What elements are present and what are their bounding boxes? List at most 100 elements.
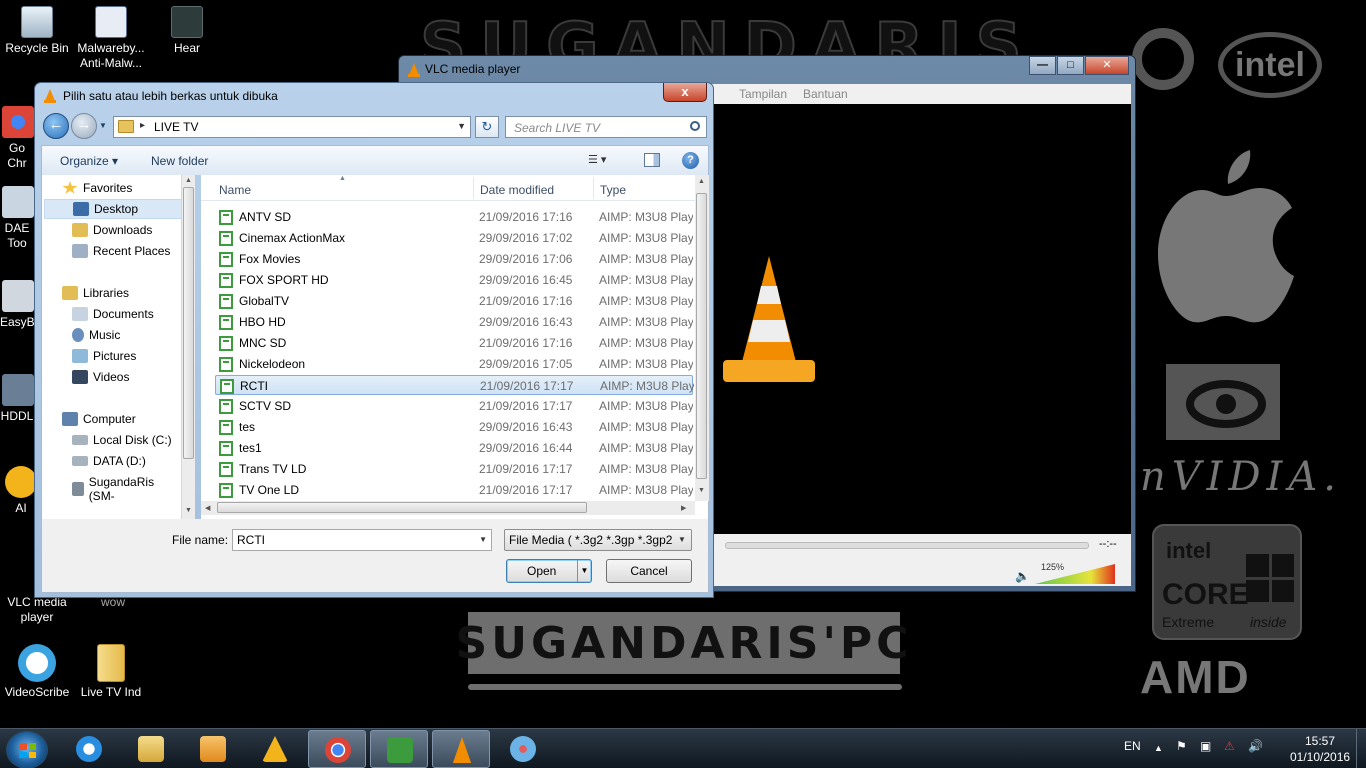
file-row[interactable]: TV One LD 21/09/2016 17:17 AIMP: M3U8 Play… <box>215 480 693 500</box>
file-list-vertical-scrollbar[interactable]: ▲ ▼ <box>695 175 709 501</box>
desktop-icon-videoscribe[interactable]: VideoScribe <box>0 644 74 700</box>
system-clock[interactable]: 15:57 01/10/2016 <box>1290 733 1350 765</box>
nav-downloads[interactable]: Downloads <box>72 223 152 237</box>
address-bar[interactable]: ▸ LIVE TV ▼ <box>113 116 471 138</box>
minimize-button[interactable]: — <box>1029 56 1056 75</box>
display-icon[interactable]: ▣ <box>1200 739 1211 753</box>
desktop-icon-hear[interactable]: Hear <box>150 6 224 56</box>
nav-music[interactable]: Music <box>72 328 120 342</box>
nav-computer[interactable]: Computer <box>62 412 136 426</box>
scrollbar-thumb[interactable] <box>696 193 707 479</box>
taskbar-media-player[interactable] <box>184 730 242 768</box>
desktop-icon-hddl[interactable]: HDDL <box>0 374 34 424</box>
breadcrumb-chevron-icon[interactable]: ▸ <box>140 120 145 131</box>
nav-local-disk[interactable]: Local Disk (C:) <box>72 433 172 447</box>
menu-bantuan[interactable]: Bantuan <box>803 87 848 101</box>
new-folder-button[interactable]: New folder <box>151 154 208 168</box>
change-view-button[interactable]: ☰ ▾ <box>588 153 626 169</box>
nav-data-drive[interactable]: DATA (D:) <box>72 454 146 468</box>
show-hidden-icons-button[interactable]: ▲ <box>1154 743 1163 753</box>
column-date-modified[interactable]: Date modified <box>480 183 554 197</box>
nav-recent-places[interactable]: Recent Places <box>72 244 170 258</box>
network-error-icon[interactable]: ⚠ <box>1224 739 1235 753</box>
file-row[interactable]: Trans TV LD 21/09/2016 17:17 AIMP: M3U8 Pl… <box>215 459 693 479</box>
speaker-icon[interactable]: 🔈 <box>1015 569 1030 583</box>
desktop-icon-recycle-bin[interactable]: Recycle Bin <box>0 6 74 56</box>
nav-pictures[interactable]: Pictures <box>72 349 136 363</box>
scrollbar-thumb[interactable] <box>183 187 194 459</box>
nav-videos[interactable]: Videos <box>72 370 129 384</box>
action-center-icon[interactable]: ⚑ <box>1176 739 1187 753</box>
cancel-button[interactable]: Cancel <box>606 559 692 583</box>
scroll-left-arrow-icon[interactable]: ◀ <box>205 504 210 512</box>
scroll-down-arrow-icon[interactable]: ▼ <box>698 487 705 494</box>
taskbar-explorer[interactable] <box>122 730 180 768</box>
open-button[interactable]: Open ▼ <box>506 559 592 583</box>
nav-desktop[interactable]: Desktop <box>44 199 182 219</box>
organize-button[interactable]: Organize ▾ <box>60 154 118 168</box>
dialog-close-button[interactable]: x <box>663 83 707 102</box>
nav-favorites[interactable]: Favorites <box>62 181 132 195</box>
menu-tampilan[interactable]: Tampilan <box>739 87 787 101</box>
nav-documents[interactable]: Documents <box>72 307 154 321</box>
desktop-icon-daemon-tools[interactable]: DAE Too <box>0 186 34 251</box>
filter-dropdown-icon[interactable]: ▼ <box>673 530 691 550</box>
scroll-right-arrow-icon[interactable]: ▶ <box>681 504 686 512</box>
taskbar-chrome[interactable] <box>308 730 366 768</box>
breadcrumb-path[interactable]: LIVE TV <box>154 120 198 134</box>
file-row[interactable]: FOX SPORT HD 29/09/2016 16:45 AIMP: M3U8 P… <box>215 270 693 290</box>
desktop-icon-ai[interactable]: AI <box>4 466 38 516</box>
nav-libraries[interactable]: Libraries <box>62 286 129 300</box>
column-name[interactable]: Name <box>219 183 251 197</box>
nav-pane-scrollbar[interactable]: ▲ ▼ <box>181 175 195 519</box>
file-row[interactable]: Nickelodeon 29/09/2016 17:05 AIMP: M3U8 Pl… <box>215 354 693 374</box>
file-row[interactable]: tes1 29/09/2016 16:44 AIMP: M3U8 Playlist <box>215 438 693 458</box>
file-row[interactable]: GlobalTV 21/09/2016 17:16 AIMP: M3U8 Playl… <box>215 291 693 311</box>
desktop-icon-vlc[interactable]: VLC media player <box>0 595 74 625</box>
forward-button[interactable]: → <box>71 113 97 139</box>
scroll-down-arrow-icon[interactable]: ▼ <box>185 507 192 514</box>
taskbar-camtasia[interactable] <box>370 730 428 768</box>
file-name-input[interactable]: RCTI ▼ <box>232 529 492 551</box>
file-row[interactable]: tes 29/09/2016 16:43 AIMP: M3U8 Playlist <box>215 417 693 437</box>
desktop-icon-live-tv-ind[interactable]: Live TV Ind <box>74 644 148 700</box>
search-input[interactable]: Search LIVE TV <box>505 116 707 138</box>
help-button[interactable]: ? <box>682 152 699 169</box>
refresh-button[interactable]: ↻ <box>475 116 499 138</box>
maximize-button[interactable]: □ <box>1057 56 1084 75</box>
column-type[interactable]: Type <box>600 183 626 197</box>
address-dropdown-icon[interactable]: ▼ <box>457 121 466 131</box>
file-list-horizontal-scrollbar[interactable]: ◀ ▶ <box>201 501 695 515</box>
scroll-up-arrow-icon[interactable]: ▲ <box>698 178 705 185</box>
close-button[interactable]: ✕ <box>1085 56 1129 75</box>
scroll-up-arrow-icon[interactable]: ▲ <box>185 177 192 184</box>
back-button[interactable]: ← <box>43 113 69 139</box>
volume-icon[interactable]: 🔊 <box>1248 739 1263 753</box>
file-row[interactable]: SCTV SD 21/09/2016 17:17 AIMP: M3U8 Playli… <box>215 396 693 416</box>
taskbar-aimp[interactable] <box>246 730 304 768</box>
taskbar-vlc[interactable] <box>432 730 490 768</box>
desktop-icon-easyb[interactable]: EasyB <box>0 280 34 330</box>
file-row[interactable]: MNC SD 21/09/2016 17:16 AIMP: M3U8 Playlis… <box>215 333 693 353</box>
file-row[interactable]: Cinemax ActionMax 29/09/2016 17:02 AIMP: M… <box>215 228 693 248</box>
start-button[interactable] <box>6 731 48 768</box>
file-row[interactable]: HBO HD 29/09/2016 16:43 AIMP: M3U8 Playlis… <box>215 312 693 332</box>
preview-pane-button[interactable] <box>644 153 660 167</box>
taskbar-internet-explorer[interactable] <box>60 730 118 768</box>
file-name-dropdown-icon[interactable]: ▼ <box>479 535 487 544</box>
file-row[interactable]: RCTI 21/09/2016 17:17 AIMP: M3U8 Playlist <box>215 375 694 395</box>
open-split-dropdown-icon[interactable]: ▼ <box>577 560 591 582</box>
file-type-filter-select[interactable]: File Media ( *.3g2 *.3gp *.3gp2 * ▼ <box>504 529 692 551</box>
scrollbar-thumb[interactable] <box>217 502 587 513</box>
show-desktop-button[interactable] <box>1356 729 1366 768</box>
nav-network-share[interactable]: SugandaRis (SM- <box>72 475 181 503</box>
recent-locations-dropdown[interactable]: ▼ <box>99 121 107 130</box>
language-indicator[interactable]: EN <box>1124 739 1141 753</box>
file-row[interactable]: ANTV SD 21/09/2016 17:16 AIMP: M3U8 Playli… <box>215 207 693 227</box>
desktop-icon-chrome[interactable]: Go Chr <box>0 106 34 171</box>
taskbar-paint[interactable] <box>494 730 552 768</box>
desktop-icon-malwarebytes[interactable]: Malwareby... Anti-Malw... <box>74 6 148 71</box>
desktop-icon-label: EasyB <box>0 315 34 329</box>
seek-bar[interactable] <box>725 542 1089 549</box>
file-row[interactable]: Fox Movies 29/09/2016 17:06 AIMP: M3U8 Pla… <box>215 249 693 269</box>
